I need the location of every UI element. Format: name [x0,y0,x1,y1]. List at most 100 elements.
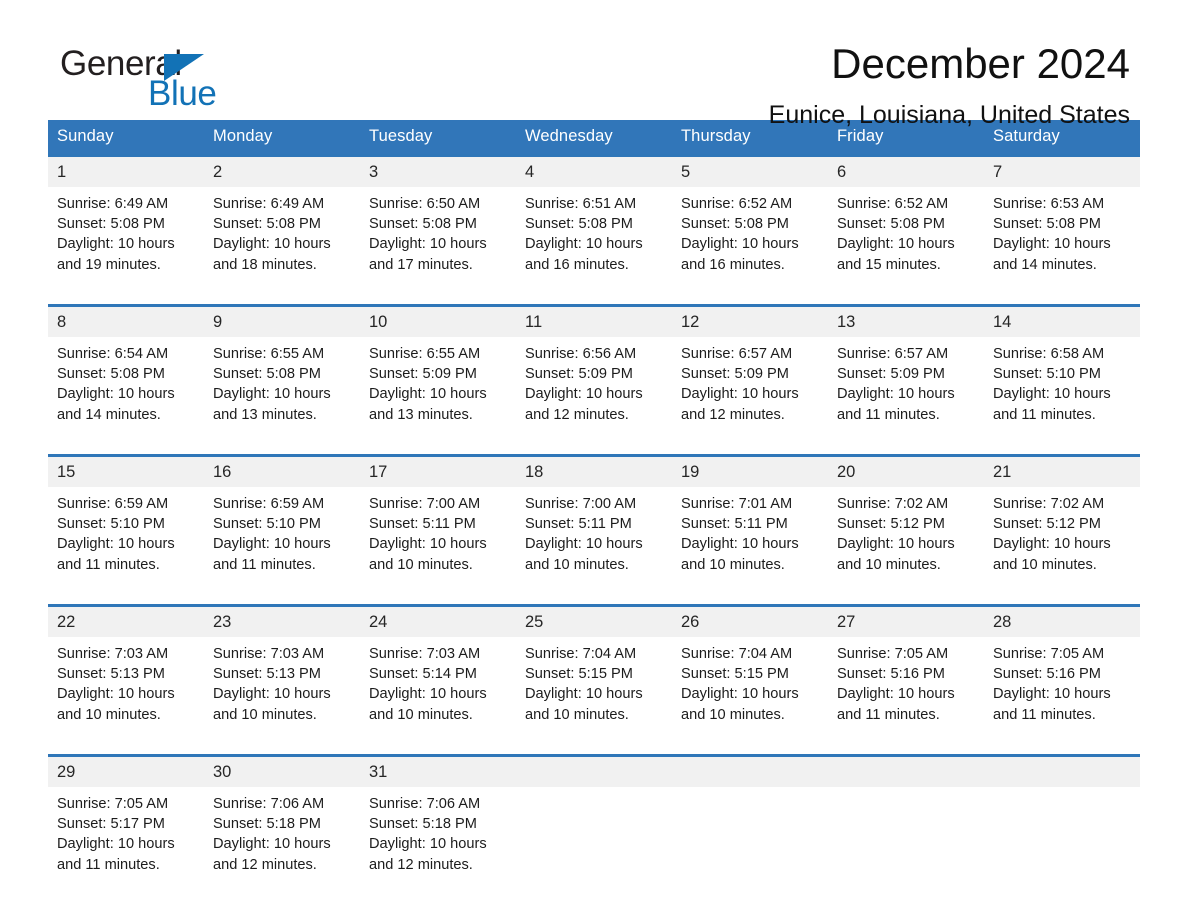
day-sunrise-text: Sunrise: 7:05 AM [837,646,949,662]
day-cell[interactable]: Sunrise: 7:01 AM Sunset: 5:11 PM Daylight:… [672,487,828,590]
day-number[interactable]: 13 [828,304,984,337]
day-cell[interactable]: Sunrise: 7:06 AM Sunset: 5:18 PM Daylight:… [204,787,360,890]
day-cell[interactable]: Sunrise: 6:53 AM Sunset: 5:08 PM Daylight:… [984,187,1140,290]
day-cell[interactable]: Sunrise: 6:57 AM Sunset: 5:09 PM Daylight:… [672,337,828,440]
day-daylight1-text: Daylight: 10 hours [57,836,175,853]
day-sunset-text: Sunset: 5:09 PM [525,366,633,383]
day-number[interactable]: 12 [672,304,828,337]
day-daylight1-text: Daylight: 10 hours [837,686,955,703]
day-sunrise-text: Sunrise: 6:49 AM [213,196,325,212]
day-number-empty [984,754,1140,787]
day-number[interactable]: 17 [360,454,516,487]
day-daylight1-text: Daylight: 10 hours [57,536,175,553]
day-cell[interactable]: Sunrise: 6:56 AM Sunset: 5:09 PM Daylight:… [516,337,672,440]
day-number[interactable]: 10 [360,304,516,337]
day-cell[interactable]: Sunrise: 7:03 AM Sunset: 5:14 PM Daylight:… [360,637,516,740]
day-daylight2-text: and 16 minutes. [681,256,785,273]
day-number[interactable]: 26 [672,604,828,637]
day-sunset-text: Sunset: 5:08 PM [213,366,321,383]
day-cell[interactable]: Sunrise: 7:03 AM Sunset: 5:13 PM Daylight:… [48,637,204,740]
day-number[interactable]: 11 [516,304,672,337]
day-daylight2-text: and 11 minutes. [837,706,940,723]
day-cell[interactable]: Sunrise: 6:59 AM Sunset: 5:10 PM Daylight:… [204,487,360,590]
day-cell[interactable]: Sunrise: 7:00 AM Sunset: 5:11 PM Daylight:… [516,487,672,590]
day-number[interactable]: 6 [828,154,984,187]
day-daylight1-text: Daylight: 10 hours [681,536,799,553]
day-number[interactable]: 31 [360,754,516,787]
day-number[interactable]: 22 [48,604,204,637]
day-cell[interactable]: Sunrise: 7:05 AM Sunset: 5:16 PM Daylight:… [984,637,1140,740]
day-cell[interactable]: Sunrise: 6:54 AM Sunset: 5:08 PM Daylight:… [48,337,204,440]
day-cell[interactable]: Sunrise: 6:52 AM Sunset: 5:08 PM Daylight:… [828,187,984,290]
day-number[interactable]: 5 [672,154,828,187]
day-daylight1-text: Daylight: 10 hours [57,236,175,253]
day-number[interactable]: 20 [828,454,984,487]
day-number[interactable]: 29 [48,754,204,787]
day-cell[interactable]: Sunrise: 7:03 AM Sunset: 5:13 PM Daylight:… [204,637,360,740]
day-number[interactable]: 25 [516,604,672,637]
weekday-header-tuesday: Tuesday [360,120,516,156]
day-number[interactable]: 18 [516,454,672,487]
day-number[interactable]: 28 [984,604,1140,637]
day-number[interactable]: 15 [48,454,204,487]
day-daylight1-text: Daylight: 10 hours [525,536,643,553]
day-sunset-text: Sunset: 5:13 PM [57,666,165,683]
day-daylight2-text: and 13 minutes. [213,406,317,423]
day-cell[interactable]: Sunrise: 6:50 AM Sunset: 5:08 PM Daylight:… [360,187,516,290]
day-cell[interactable]: Sunrise: 7:02 AM Sunset: 5:12 PM Daylight:… [984,487,1140,590]
day-sunrise-text: Sunrise: 6:53 AM [993,196,1105,212]
weekday-header-wednesday: Wednesday [516,120,672,156]
day-cell[interactable]: Sunrise: 7:05 AM Sunset: 5:17 PM Daylight:… [48,787,204,890]
location-subtitle: Eunice, Louisiana, United States [768,101,1130,129]
day-number[interactable]: 4 [516,154,672,187]
generalblue-logo[interactable]: General Blue [60,45,320,115]
day-cell[interactable]: Sunrise: 6:57 AM Sunset: 5:09 PM Daylight:… [828,337,984,440]
day-cell[interactable]: Sunrise: 7:04 AM Sunset: 5:15 PM Daylight:… [672,637,828,740]
day-daylight2-text: and 17 minutes. [369,256,473,273]
day-number[interactable]: 24 [360,604,516,637]
day-cell[interactable]: Sunrise: 6:58 AM Sunset: 5:10 PM Daylight:… [984,337,1140,440]
day-sunrise-text: Sunrise: 7:00 AM [369,496,481,512]
day-cell[interactable]: Sunrise: 6:49 AM Sunset: 5:08 PM Daylight:… [204,187,360,290]
day-number[interactable]: 14 [984,304,1140,337]
day-cell[interactable]: Sunrise: 6:49 AM Sunset: 5:08 PM Daylight:… [48,187,204,290]
day-sunrise-text: Sunrise: 6:49 AM [57,196,169,212]
day-number-row: 22 23 24 25 26 27 28 [48,604,1140,637]
day-number[interactable]: 2 [204,154,360,187]
day-number[interactable]: 30 [204,754,360,787]
day-number[interactable]: 7 [984,154,1140,187]
day-sunrise-text: Sunrise: 6:59 AM [57,496,169,512]
day-daylight2-text: and 10 minutes. [525,706,629,723]
day-cell[interactable]: Sunrise: 7:06 AM Sunset: 5:18 PM Daylight:… [360,787,516,890]
week-spacer-row [48,440,1140,456]
day-number[interactable]: 21 [984,454,1140,487]
day-number[interactable]: 19 [672,454,828,487]
day-number[interactable]: 27 [828,604,984,637]
day-cell[interactable]: Sunrise: 6:51 AM Sunset: 5:08 PM Daylight:… [516,187,672,290]
day-cell[interactable]: Sunrise: 7:02 AM Sunset: 5:12 PM Daylight:… [828,487,984,590]
day-number[interactable]: 8 [48,304,204,337]
day-sunrise-text: Sunrise: 7:03 AM [369,646,481,662]
day-daylight2-text: and 10 minutes. [525,556,629,573]
day-number-row: 29 30 31 [48,754,1140,787]
day-number[interactable]: 23 [204,604,360,637]
day-sunrise-text: Sunrise: 6:58 AM [993,346,1105,362]
day-number[interactable]: 9 [204,304,360,337]
day-sunset-text: Sunset: 5:08 PM [369,216,477,233]
day-sunrise-text: Sunrise: 6:51 AM [525,196,637,212]
day-daylight2-text: and 15 minutes. [837,256,941,273]
day-cell[interactable]: Sunrise: 6:59 AM Sunset: 5:10 PM Daylight:… [48,487,204,590]
day-sunrise-text: Sunrise: 7:05 AM [57,796,169,812]
day-detail-row: Sunrise: 6:54 AM Sunset: 5:08 PM Daylight:… [48,337,1140,440]
day-cell[interactable]: Sunrise: 6:55 AM Sunset: 5:08 PM Daylight:… [204,337,360,440]
day-number[interactable]: 16 [204,454,360,487]
day-cell[interactable]: Sunrise: 7:00 AM Sunset: 5:11 PM Daylight:… [360,487,516,590]
day-number[interactable]: 3 [360,154,516,187]
day-sunset-text: Sunset: 5:18 PM [369,816,477,833]
day-sunrise-text: Sunrise: 6:52 AM [837,196,949,212]
day-number[interactable]: 1 [48,154,204,187]
day-cell[interactable]: Sunrise: 6:55 AM Sunset: 5:09 PM Daylight:… [360,337,516,440]
day-cell[interactable]: Sunrise: 7:04 AM Sunset: 5:15 PM Daylight:… [516,637,672,740]
day-cell[interactable]: Sunrise: 7:05 AM Sunset: 5:16 PM Daylight:… [828,637,984,740]
day-cell[interactable]: Sunrise: 6:52 AM Sunset: 5:08 PM Daylight:… [672,187,828,290]
